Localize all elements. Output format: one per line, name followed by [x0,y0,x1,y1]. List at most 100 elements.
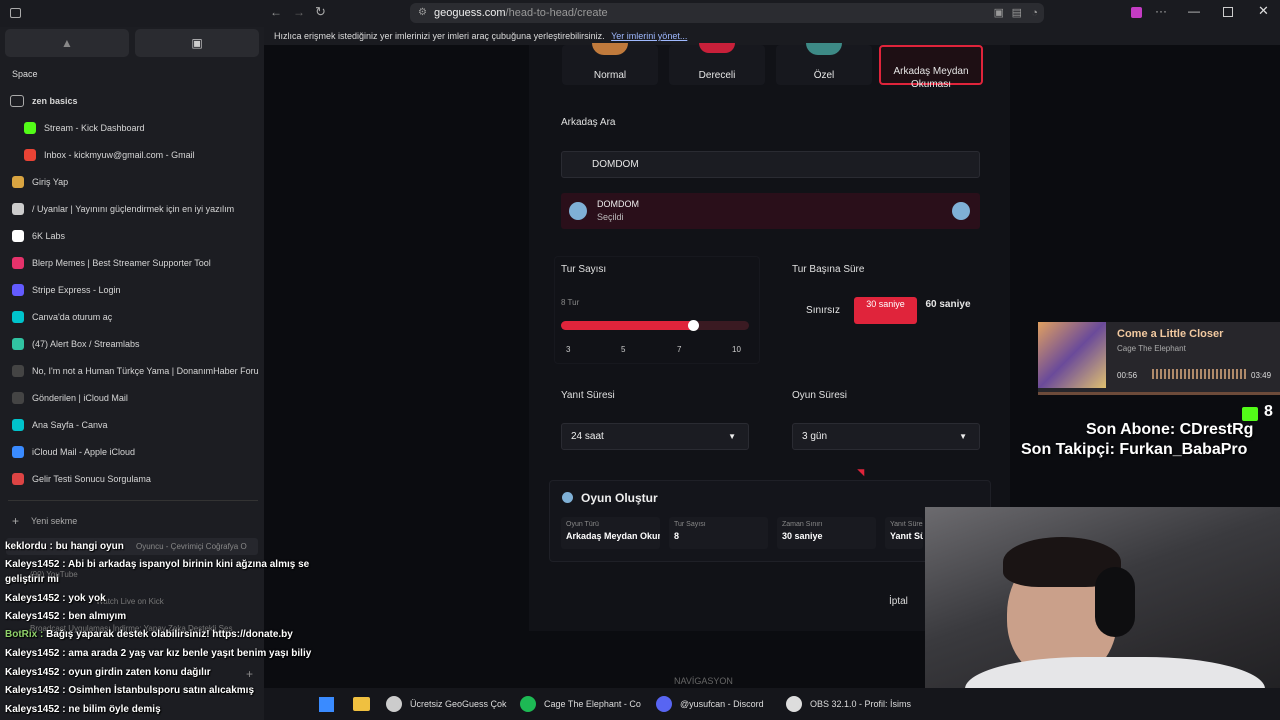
reader-icon[interactable]: ▤ [1012,3,1022,23]
site-favicon-icon [12,311,24,323]
chat-separator: : [59,559,69,570]
site-favicon-icon [12,257,24,269]
game-time-select[interactable]: 3 gün ▼ [792,423,980,450]
bookmark-bar: Hızlıca erişmek istediğiniz yer imlerini… [264,27,1280,45]
summary-value: 30 saniye [782,531,823,541]
friend-status: Seçildi [597,212,624,222]
time-current: 00:56 [1117,371,1138,380]
close-window-icon[interactable]: ✕ [1258,3,1269,19]
time-option-unlimited[interactable]: Sınırsız [796,305,850,316]
summary-value: 8 [674,531,680,541]
sidebar-item[interactable]: No, I'm not a Human Türkçe Yama | Donanı… [0,360,264,382]
answer-time-label: Yanıt Süresi [561,390,615,401]
game-time-value: 3 gün [802,431,828,442]
rounds-tick-10: 10 [732,345,741,354]
sidebar-item[interactable]: Giriş Yap [0,171,264,193]
bg-tab-3-label: Watch Live on Kick [96,597,164,606]
address-bar[interactable]: ⚙ geoguess.com/head-to-head/create ▣ ▤ ◔ [410,3,1044,23]
pinned-tab-2[interactable]: ▣ [135,29,259,57]
sidebar-item[interactable]: Stripe Express - Login [0,279,264,301]
bg-tab-3[interactable]: Watch Live on Kick [96,597,164,606]
chat-username: Kaleys1452 [5,611,60,622]
sidebar-item[interactable]: Gelir Testi Sonucu Sorgulama [0,468,264,490]
maximize-icon[interactable] [1223,7,1233,17]
summary-cell: Yanıt Süresi Yanıt Süresi [885,517,923,549]
time-option-30-label: 30 saniye [866,299,905,309]
sidebar-item[interactable]: / Uyanlar | Yayınını güçlendirmek için e… [0,198,264,220]
site-favicon-icon [12,176,24,188]
url-path: /head-to-head/create [505,7,608,19]
time-option-60-label: 60 saniye [925,299,971,310]
triangle-icon: ▲ [61,36,73,50]
summary-key: Yanıt Süresi [890,521,923,528]
mode-custom-label: Özel [813,70,835,81]
taskbar-app[interactable]: OBS 32.1.0 - Profil: İsims [786,688,911,720]
friend-name: DOMDOM [597,199,639,209]
notification-icon[interactable]: ◔ [1031,3,1038,23]
bookmark-hint: Hızlıca erişmek istediğiniz yer imlerini… [274,31,605,41]
site-favicon-icon [12,338,24,350]
sidebar-item[interactable]: iCloud Mail - Apple iCloud [0,441,264,463]
rounds-label: Tur Sayısı [561,264,607,275]
taskbar-app-label: Cage The Elephant - Co [544,699,641,709]
chat-message: Kaleys1452 : oyun girdin zaten konu dağı… [5,667,211,678]
translate-icon[interactable]: ▣ [994,3,1004,23]
back-icon[interactable]: ← [270,5,282,19]
manage-bookmarks-link[interactable]: Yer imlerini yönet... [611,31,687,41]
sidebar-item-label: Giriş Yap [32,177,69,187]
mode-custom[interactable]: Özel [776,43,872,85]
time-option-unlimited-label: Sınırsız [806,305,840,316]
app-icon [386,696,402,712]
app-icon [520,696,536,712]
sidebar-item[interactable]: (47) Alert Box / Streamlabs [0,333,264,355]
rounds-slider-track[interactable] [561,320,749,331]
sidebar-item[interactable]: Ana Sayfa - Canva [0,414,264,436]
sidebar-folder[interactable]: zen basics [0,90,264,112]
answer-time-select[interactable]: 24 saat ▼ [561,423,749,450]
globe-icon [562,492,573,503]
sidebar-item[interactable]: Gönderilen | iCloud Mail [0,387,264,409]
taskbar-app[interactable]: @yusufcan - Discord [656,688,764,720]
more-menu-icon[interactable]: ··· [1155,4,1167,18]
summary-cell: Zaman Sınırı 30 saniye [777,517,876,549]
chat-message: Kaleys1452 : Osimhen İstanbulsporu satın… [5,685,254,696]
site-info-icon[interactable]: ⚙ [418,3,427,23]
friend-avatar [569,202,587,220]
cancel-button[interactable]: İptal [889,596,908,607]
taskbar-app[interactable]: Ücretsiz GeoGuess Çok [386,688,507,720]
mode-ranked[interactable]: Dereceli [669,43,765,85]
sidebar-item[interactable]: Stream - Kick Dashboard [0,117,264,139]
extension-icon[interactable] [1131,7,1142,18]
pinned-tab-1[interactable]: ▲ [5,29,129,57]
sidebar-toggle-icon[interactable] [10,8,21,18]
sidebar-item[interactable]: Canva'da oturum aç [0,306,264,328]
minimize-icon[interactable]: — [1188,4,1200,18]
rounds-tick-3: 3 [566,345,571,354]
chat-message: keklordu : bu hangi oyun [5,541,124,552]
time-option-60[interactable]: 60 saniye [925,298,971,311]
mode-friend-challenge[interactable]: Arkadaş Meydan Okuması [879,45,983,90]
chat-message: BotRix : Bağış yaparak destek olabilirsi… [5,629,293,640]
file-explorer-icon[interactable] [353,697,370,711]
taskbar-app[interactable]: Cage The Elephant - Co [520,688,641,720]
sidebar-add-icon[interactable]: + [246,667,253,681]
reload-icon[interactable]: ↻ [315,4,326,20]
sidebar-item[interactable]: Blerp Memes | Best Streamer Supporter To… [0,252,264,274]
rounds-tick-7: 7 [677,345,682,354]
normal-mode-icon [592,43,628,55]
rounds-slider-thumb[interactable] [688,320,700,331]
space-label: Space [12,69,38,79]
chevron-down-icon: ▼ [959,432,967,441]
friend-search-input[interactable]: DOMDOM [561,151,980,178]
sidebar-item[interactable]: 6K Labs [0,225,264,247]
mode-normal[interactable]: Normal [562,43,658,85]
new-tab-button[interactable]: + Yeni sekme [0,510,264,532]
windows-start-icon[interactable] [319,697,334,712]
selected-friend-row[interactable]: DOMDOM Seçildi [561,193,980,229]
chat-username: Kaleys1452 [5,667,60,678]
chat-text: ama arada 2 yaş var kız benle yaşıt beni… [68,648,312,659]
time-option-30[interactable]: 30 saniye [854,297,917,324]
sidebar-item[interactable]: Inbox - kickmyuw@gmail.com - Gmail [0,144,264,166]
forward-icon[interactable]: → [293,5,305,19]
ranked-mode-icon [699,43,735,53]
